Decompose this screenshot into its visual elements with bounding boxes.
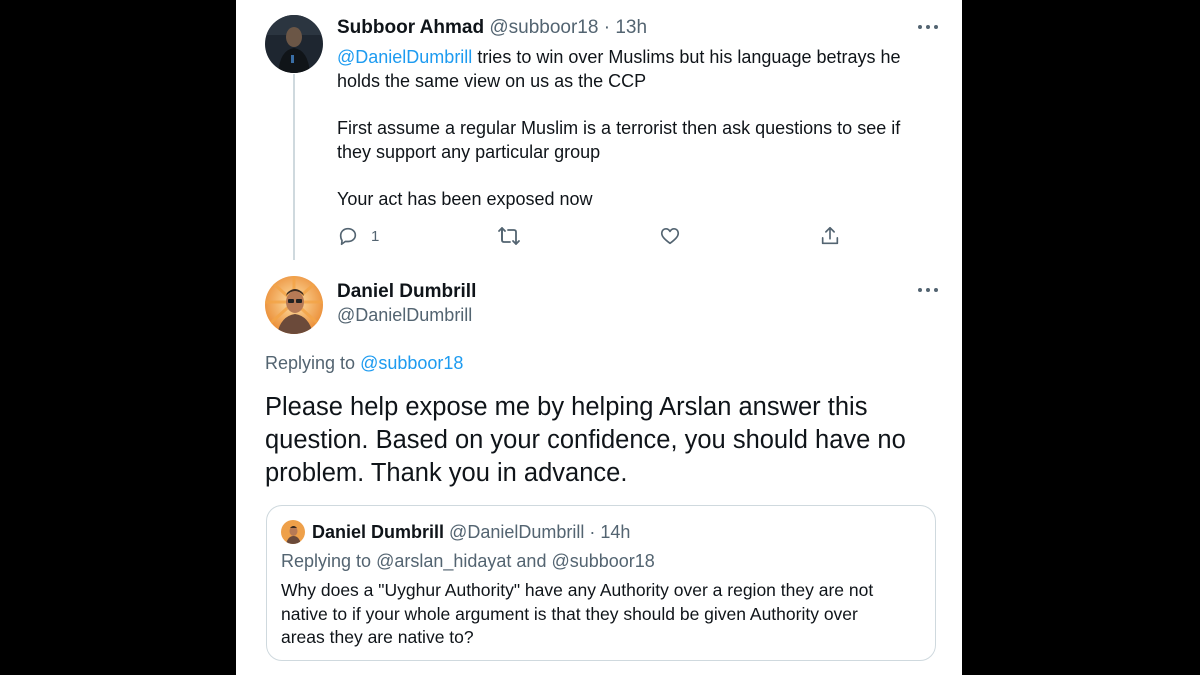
quoted-timestamp[interactable]: 14h — [600, 522, 630, 542]
tweet2-replying-handle[interactable]: @subboor18 — [360, 353, 463, 373]
reply-count: 1 — [371, 227, 380, 245]
like-button[interactable] — [659, 225, 681, 247]
share-button[interactable] — [819, 225, 841, 247]
tweet1-paragraph-1: @DanielDumbrill tries to win over Muslim… — [337, 45, 937, 93]
quoted-replying-handle-2[interactable]: @subboor18 — [551, 551, 654, 571]
quoted-line-1: Why does a "Uyghur Authority" have any A… — [281, 580, 874, 600]
quoted-replying-and: and — [511, 551, 552, 571]
more-icon[interactable] — [916, 282, 940, 298]
reply-button[interactable]: 1 — [337, 225, 379, 247]
tweet2-replying-to: Replying to @subboor18 — [265, 353, 463, 374]
tweet1-body: @DanielDumbrill tries to win over Muslim… — [337, 45, 937, 234]
tweet1-mention[interactable]: @DanielDumbrill — [337, 47, 472, 67]
avatar-daniel-dumbrill[interactable] — [265, 276, 323, 334]
tweet1-author-name[interactable]: Subboor Ahmad — [337, 17, 484, 38]
quoted-tweet[interactable]: Daniel Dumbrill @DanielDumbrill · 14h Re… — [266, 505, 936, 661]
quoted-replying-to: Replying to @arslan_hidayat and @subboor… — [281, 551, 655, 572]
quoted-author-handle[interactable]: @DanielDumbrill — [449, 522, 584, 542]
avatar-subboor-ahmad[interactable] — [265, 15, 323, 73]
tweet2-author-name[interactable]: Daniel Dumbrill — [337, 281, 476, 303]
more-icon[interactable] — [916, 19, 940, 35]
quoted-line-2: native to if your whole argument is that… — [281, 603, 858, 624]
tweet1-header: Subboor Ahmad @subboor18 · 13h — [337, 17, 647, 39]
retweet-button[interactable] — [497, 225, 521, 247]
tweet2-line-1: Please help expose me by helping Arslan … — [265, 393, 868, 421]
quoted-avatar-daniel-dumbrill — [281, 520, 305, 544]
tweet1-action-bar: 1 — [337, 225, 857, 251]
tweet1-separator: · — [603, 17, 611, 38]
tweet2-replying-prefix: Replying to — [265, 353, 361, 373]
thread-connector-line — [293, 74, 295, 260]
tweet1-paragraph-2: First assume a regular Muslim is a terro… — [337, 118, 901, 162]
quoted-line-3: areas they are native to? — [281, 627, 474, 647]
quoted-header: Daniel Dumbrill @DanielDumbrill · 14h — [312, 522, 630, 543]
tweet2-body: Please help expose me by helping Arslan … — [265, 391, 945, 490]
retweet-icon — [498, 227, 520, 245]
tweet2-line-2: question. Based on your confidence, you … — [265, 426, 906, 454]
quoted-body: Why does a "Uyghur Authority" have any A… — [281, 579, 921, 650]
tweet1-paragraph-3: Your act has been exposed now — [337, 189, 593, 209]
quoted-author-name[interactable]: Daniel Dumbrill — [312, 522, 444, 542]
tweet1-timestamp[interactable]: 13h — [615, 17, 647, 38]
like-icon — [660, 228, 680, 245]
tweet2-author-handle[interactable]: @DanielDumbrill — [337, 305, 472, 326]
quoted-separator: · — [589, 522, 596, 542]
tweet2-line-3: problem. Thank you in advance. — [265, 459, 628, 487]
reply-icon — [339, 227, 357, 246]
tweet-thread-card: Subboor Ahmad @subboor18 · 13h @DanielDu… — [236, 0, 962, 675]
quoted-replying-handle-1[interactable]: @arslan_hidayat — [376, 551, 511, 571]
tweet1-author-handle[interactable]: @subboor18 — [489, 17, 598, 38]
share-icon — [821, 226, 839, 245]
quoted-replying-prefix: Replying to — [281, 551, 377, 571]
